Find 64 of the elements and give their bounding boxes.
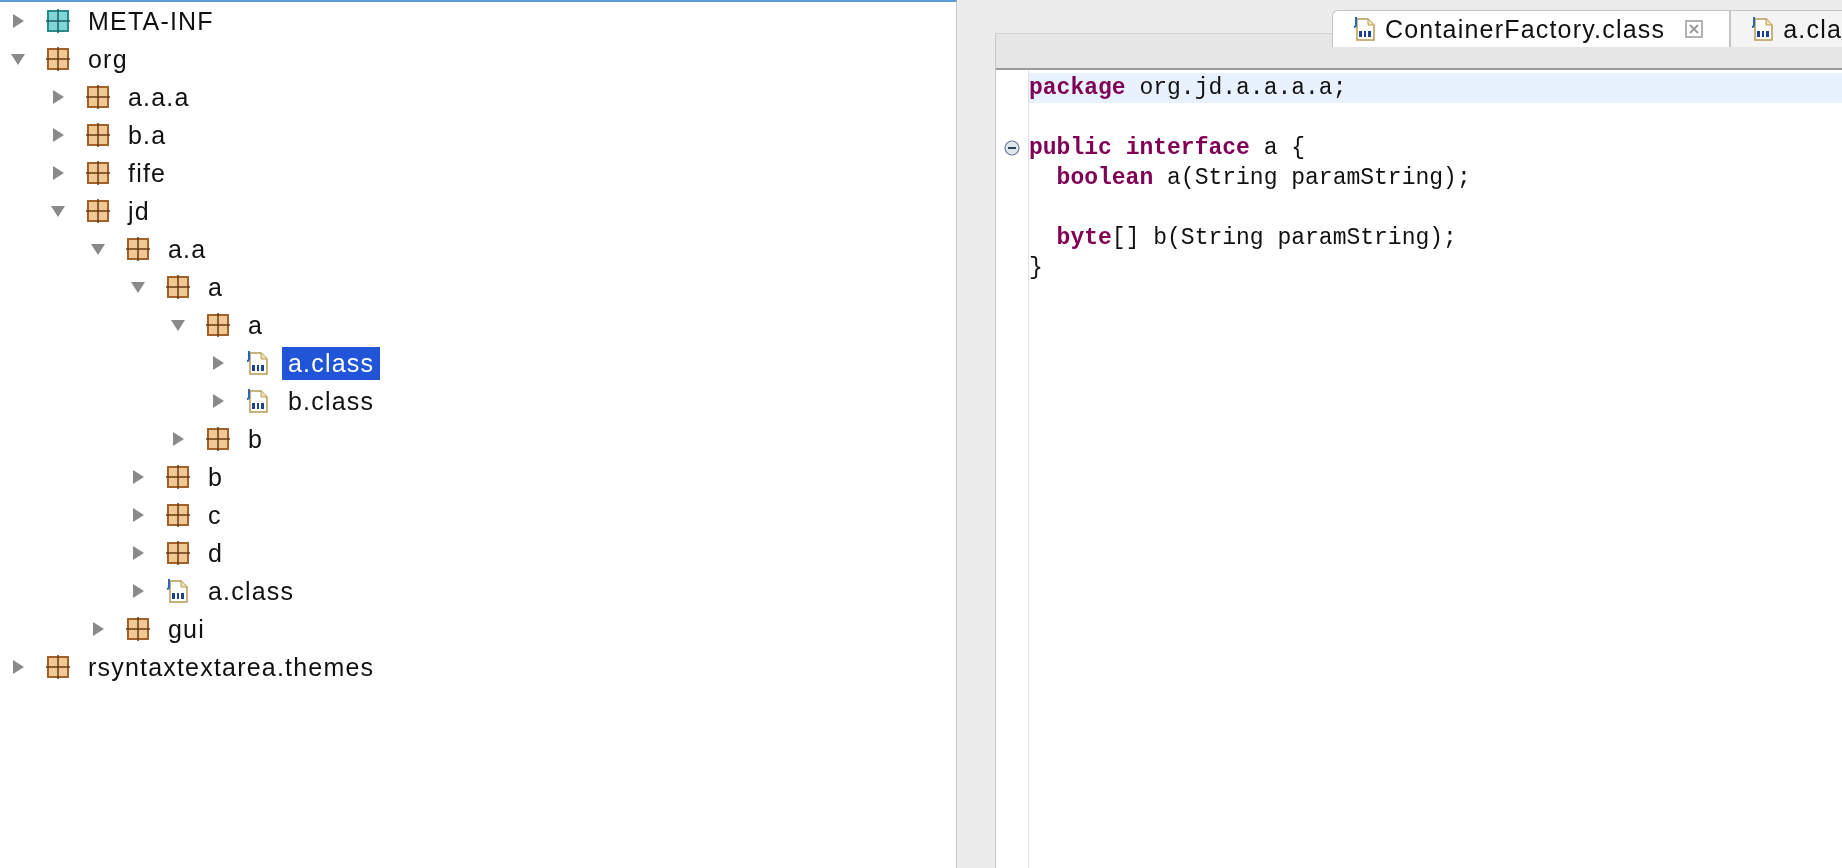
package-icon — [166, 275, 190, 299]
tree-item-label[interactable]: a.a — [162, 232, 213, 266]
tree-item-label[interactable]: fife — [122, 156, 173, 190]
code-line: } — [1029, 254, 1044, 283]
tree-item-label[interactable]: org — [82, 42, 134, 76]
down-triangle-icon[interactable] — [170, 317, 186, 333]
right-triangle-icon[interactable] — [170, 431, 186, 447]
tree-item-label[interactable]: d — [202, 536, 230, 570]
tree-item-label[interactable]: b.a — [122, 118, 173, 152]
right-triangle-icon[interactable] — [90, 621, 106, 637]
right-triangle-icon[interactable] — [130, 583, 146, 599]
tree-item-label[interactable]: a — [242, 308, 270, 342]
fold-icon[interactable] — [1004, 140, 1020, 156]
editor-tab[interactable]: ContainerFactory.class — [1332, 10, 1731, 47]
package-icon — [126, 237, 150, 261]
package-icon — [206, 427, 230, 451]
right-triangle-icon[interactable] — [50, 127, 66, 143]
package-icon — [206, 313, 230, 337]
tree-item-label[interactable]: META-INF — [82, 4, 220, 38]
class-file-icon — [246, 350, 270, 376]
down-triangle-icon[interactable] — [90, 241, 106, 257]
right-triangle-icon[interactable] — [130, 507, 146, 523]
tree-item-label[interactable]: b — [202, 460, 230, 494]
tree-item-label[interactable]: gui — [162, 612, 211, 646]
class-file-icon — [1353, 16, 1377, 42]
tree-item-label[interactable]: rsyntaxtextarea.themes — [82, 650, 381, 684]
package-icon — [166, 541, 190, 565]
package-icon — [166, 503, 190, 527]
code-line: public interface a { — [1029, 134, 1307, 163]
right-triangle-icon[interactable] — [210, 393, 226, 409]
right-triangle-icon[interactable] — [210, 355, 226, 371]
tree-item-label[interactable]: a.class — [282, 346, 381, 380]
package-icon — [126, 617, 150, 641]
tree-item-label[interactable]: a — [202, 270, 230, 304]
right-triangle-icon[interactable] — [10, 659, 26, 675]
right-triangle-icon[interactable] — [10, 13, 26, 29]
right-triangle-icon[interactable] — [50, 89, 66, 105]
package-icon — [86, 161, 110, 185]
tree-item-label[interactable]: a.class — [202, 574, 301, 608]
down-triangle-icon[interactable] — [10, 51, 26, 67]
right-triangle-icon[interactable] — [130, 545, 146, 561]
class-file-icon — [1751, 16, 1776, 42]
package-icon — [46, 47, 70, 71]
tree-item-label[interactable]: c — [202, 498, 228, 532]
package-icon — [46, 655, 70, 679]
close-icon[interactable] — [1685, 20, 1704, 38]
down-triangle-icon[interactable] — [130, 279, 146, 295]
down-triangle-icon[interactable] — [50, 203, 66, 219]
package-icon — [86, 199, 110, 223]
right-triangle-icon[interactable] — [130, 469, 146, 485]
editor-tab[interactable]: a.cla — [1730, 10, 1842, 47]
folder-package-icon — [46, 9, 70, 33]
class-file-icon — [246, 388, 270, 414]
tree-item-label[interactable]: jd — [122, 194, 156, 228]
code-line: boolean a(String paramString); — [1055, 164, 1472, 193]
class-file-icon — [166, 578, 190, 604]
package-icon — [166, 465, 190, 489]
package-icon — [86, 123, 110, 147]
code-line: byte[] b(String paramString); — [1055, 224, 1458, 253]
package-icon — [86, 85, 110, 109]
tree-item-label[interactable]: a.a.a — [122, 80, 196, 114]
right-triangle-icon[interactable] — [50, 165, 66, 181]
tree-item-label[interactable]: b — [242, 422, 270, 456]
tree-item-label[interactable]: b.class — [282, 384, 381, 418]
